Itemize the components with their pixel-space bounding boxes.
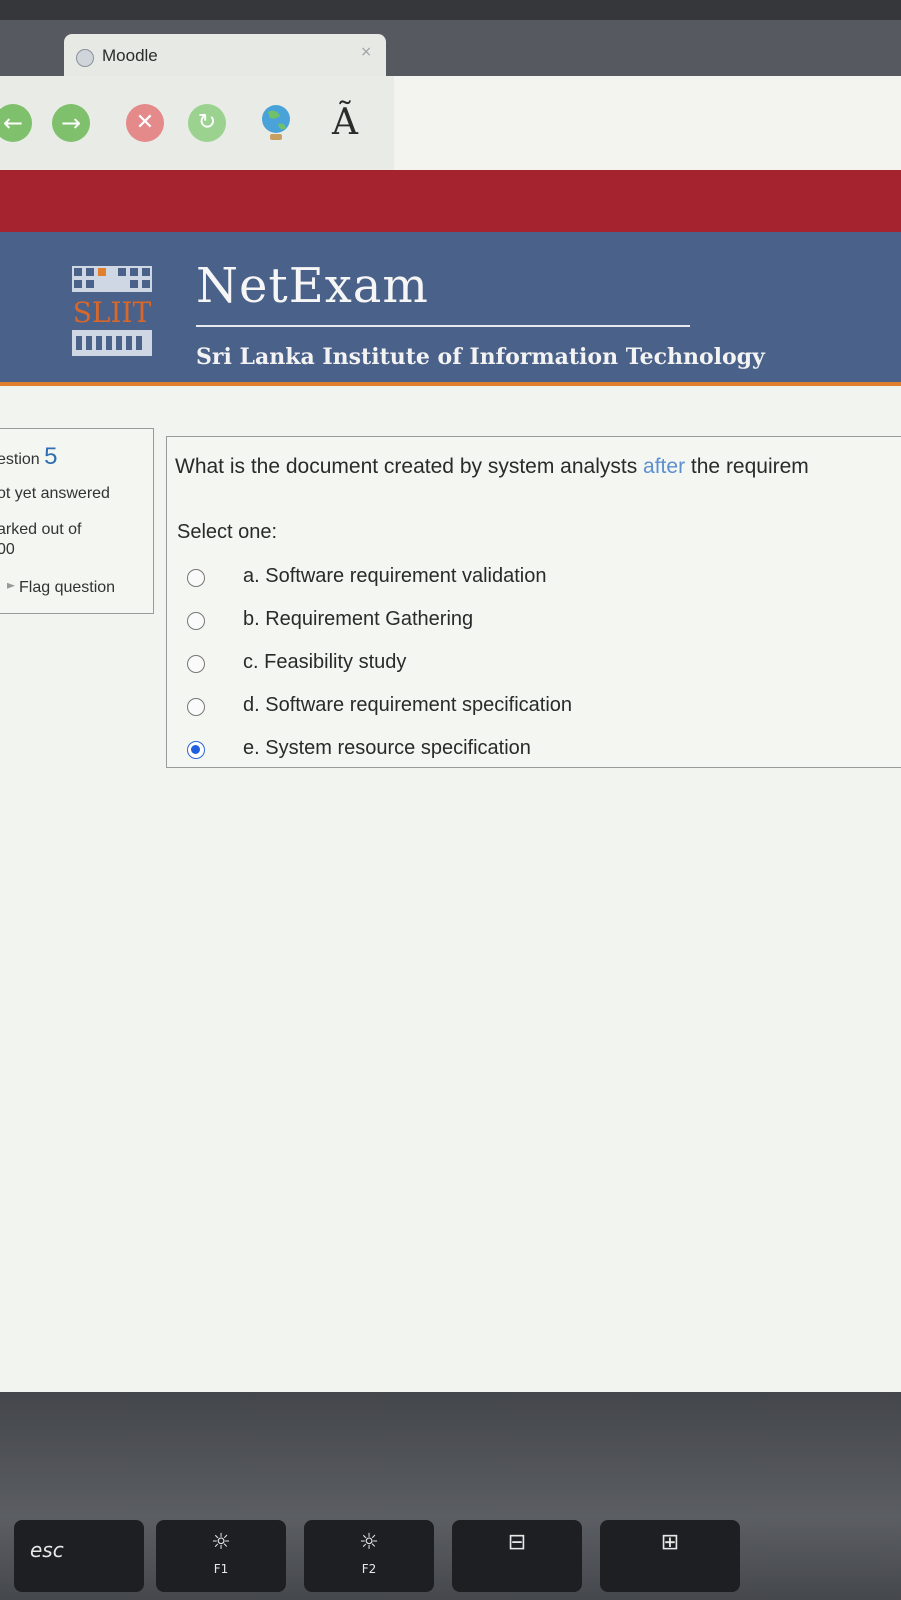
question-text: What is the document created by system a…: [175, 455, 809, 479]
flag-question-label: Flag question: [19, 579, 116, 596]
f2-key[interactable]: ☼ F2: [304, 1520, 434, 1592]
question-text-part: the requirem: [685, 455, 809, 478]
f1-key[interactable]: ☼ F1: [156, 1520, 286, 1592]
quiz-page: estion 5 ot yet answered arked out of 00…: [0, 386, 901, 1392]
select-one-label: Select one:: [177, 521, 278, 543]
red-banner: [0, 170, 901, 232]
radio-button-selected[interactable]: [187, 741, 205, 759]
question-text-part: What is the document created by system a…: [175, 455, 644, 478]
browser-tab-strip: Moodle ×: [0, 20, 901, 80]
esc-key-label: esc: [30, 1538, 64, 1562]
question-info-box: estion 5 ot yet answered arked out of 00…: [0, 428, 154, 614]
radio-button[interactable]: [187, 612, 205, 630]
launchpad-icon: ⊞: [660, 1530, 680, 1555]
radio-button[interactable]: [187, 698, 205, 716]
toolbar-glyph: Ã: [332, 102, 358, 143]
keyboard: esc ☼ F1 ☼ F2 ⊟ ⊞: [0, 1392, 901, 1600]
question-state: ot yet answered: [0, 485, 110, 502]
answer-label[interactable]: b. Requirement Gathering: [243, 608, 473, 631]
answer-label[interactable]: d. Software requirement specification: [243, 694, 572, 717]
radio-button[interactable]: [187, 569, 205, 587]
flag-question-link[interactable]: Flag question: [7, 579, 115, 597]
radio-button[interactable]: [187, 655, 205, 673]
flag-icon: [7, 582, 15, 589]
netexam-header: SLIIT NetExam Sri Lanka Institute of Inf…: [0, 232, 901, 386]
question-marks-label: arked out of: [0, 521, 82, 538]
answer-label[interactable]: c. Feasibility study: [243, 651, 406, 674]
mission-control-icon: ⊟: [507, 1530, 527, 1555]
address-area[interactable]: [394, 76, 901, 174]
brightness-up-icon: ☼: [359, 1530, 379, 1555]
question-box: What is the document created by system a…: [166, 436, 901, 768]
header-divider: [196, 325, 690, 327]
page-title: NetExam: [196, 258, 429, 314]
question-text-highlight: after: [643, 455, 686, 478]
esc-key[interactable]: esc: [14, 1520, 144, 1592]
browser-tab[interactable]: Moodle ×: [64, 34, 386, 80]
globe-icon[interactable]: [258, 102, 294, 144]
screen: Moodle × ← → ✕ ↻ Ã SLIIT NetExam Sri Lan…: [0, 20, 901, 1392]
svg-text:SLIIT: SLIIT: [73, 296, 152, 329]
question-number: estion 5: [0, 443, 58, 471]
f1-key-label: F1: [213, 1562, 229, 1576]
stop-icon[interactable]: ✕: [126, 104, 164, 142]
question-number-prefix: estion: [0, 451, 40, 468]
question-number-value: 5: [44, 443, 58, 470]
moodle-favicon-icon: [76, 49, 94, 67]
f2-key-label: F2: [361, 1562, 377, 1576]
answer-label[interactable]: a. Software requirement validation: [243, 565, 547, 588]
answer-label[interactable]: e. System resource specification: [243, 737, 531, 760]
back-arrow-icon[interactable]: ←: [0, 104, 32, 142]
tab-title: Moodle: [102, 46, 158, 65]
institute-name: Sri Lanka Institute of Information Techn…: [196, 344, 765, 370]
sliit-logo: SLIIT: [72, 266, 152, 356]
forward-arrow-icon[interactable]: →: [52, 104, 90, 142]
brightness-down-icon: ☼: [211, 1530, 231, 1555]
question-marks-value: 00: [0, 541, 15, 558]
reload-icon[interactable]: ↻: [188, 104, 226, 142]
f3-key[interactable]: ⊟: [452, 1520, 582, 1592]
tab-close-icon[interactable]: ×: [360, 44, 372, 60]
f4-key[interactable]: ⊞: [600, 1520, 740, 1592]
